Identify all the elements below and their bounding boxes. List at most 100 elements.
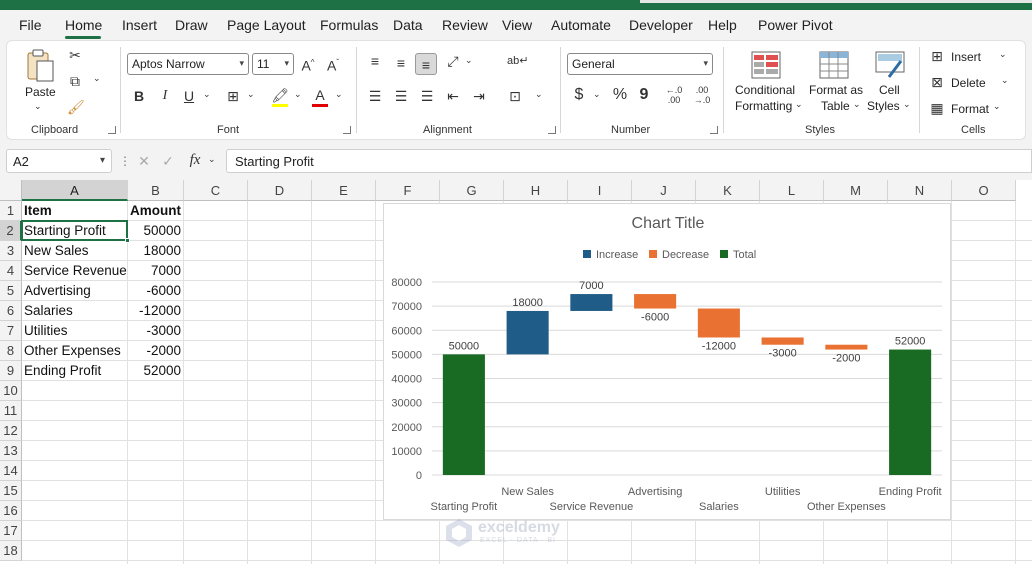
currency-button[interactable]: $ (571, 87, 587, 103)
merge-center-icon[interactable]: ⊡ (507, 88, 523, 104)
column-header-n[interactable]: N (888, 180, 952, 201)
fill-handle[interactable] (125, 238, 130, 243)
delete-cells-button[interactable]: ⊠ Delete ⌄ (929, 73, 1009, 93)
column-header-j[interactable]: J (632, 180, 696, 201)
row-header-13[interactable]: 13 (0, 441, 22, 461)
align-middle-icon[interactable]: ≡ (393, 55, 409, 71)
insert-cells-button[interactable]: ⊞ Insert ⌄ (929, 47, 1009, 67)
decrease-decimal-icon[interactable]: .00 →.0 (691, 85, 713, 105)
column-header-i[interactable]: I (568, 180, 632, 201)
cell-b3[interactable]: 18000 (128, 241, 184, 261)
format-as-table-button[interactable]: Format as Table ⌄ (807, 47, 863, 117)
italic-button[interactable]: I (157, 88, 173, 104)
row-header-8[interactable]: 8 (0, 341, 22, 361)
chevron-down-icon[interactable]: ⌄ (535, 89, 543, 100)
row-header-2[interactable]: 2 (0, 221, 22, 241)
row-header-9[interactable]: 9 (0, 361, 22, 381)
tab-insert[interactable]: Insert (122, 17, 157, 33)
row-header-5[interactable]: 5 (0, 281, 22, 301)
tab-power-pivot[interactable]: Power Pivot (758, 17, 833, 33)
tab-file[interactable]: File (19, 17, 42, 33)
chevron-down-icon[interactable]: ⌄ (465, 55, 473, 66)
cell-a4[interactable]: Service Revenue (22, 261, 128, 281)
number-format-select[interactable]: General ▾ (567, 53, 713, 75)
row-header-10[interactable]: 10 (0, 381, 22, 401)
name-box[interactable]: A2 ▾ (6, 149, 112, 173)
font-launcher-icon[interactable] (343, 126, 351, 134)
waterfall-chart[interactable]: Chart Title Increase Decrease Total 0 10000 20… (383, 203, 951, 520)
comma-style-button[interactable]: 9 (637, 87, 651, 103)
column-header-k[interactable]: K (696, 180, 760, 201)
row-header-16[interactable]: 16 (0, 501, 22, 521)
chevron-down-icon[interactable]: ⌄ (203, 89, 211, 100)
row-header-4[interactable]: 4 (0, 261, 22, 281)
decrease-indent-icon[interactable]: ⇤ (445, 88, 461, 104)
row-header-1[interactable]: 1 (0, 201, 22, 221)
column-header-m[interactable]: M (824, 180, 888, 201)
underline-button[interactable]: U (181, 88, 197, 104)
cell-a5[interactable]: Advertising (22, 281, 128, 301)
column-header-b[interactable]: B (128, 180, 184, 201)
select-all-corner[interactable] (0, 180, 22, 201)
cell-b2[interactable]: 50000 (128, 221, 184, 241)
row-header-6[interactable]: 6 (0, 301, 22, 321)
fill-color-button[interactable]: 🖍 (271, 87, 289, 107)
cell-a6[interactable]: Salaries (22, 301, 128, 321)
cell-a1[interactable]: Item (22, 201, 128, 221)
alignment-launcher-icon[interactable] (548, 126, 556, 134)
column-header-f[interactable]: F (376, 180, 440, 201)
column-header-o[interactable]: O (952, 180, 1016, 201)
cell-b7[interactable]: -3000 (128, 321, 184, 341)
wrap-text-icon[interactable]: ab↵ (507, 53, 528, 69)
cancel-icon[interactable]: ✕ (136, 153, 152, 169)
font-name-select[interactable]: Aptos Narrow ▾ (127, 53, 249, 75)
tab-data[interactable]: Data (393, 17, 423, 33)
tab-review[interactable]: Review (442, 17, 488, 33)
font-size-select[interactable]: 11 ▾ (252, 53, 294, 75)
column-header-d[interactable]: D (248, 180, 312, 201)
bold-button[interactable]: B (131, 88, 147, 104)
cell-b4[interactable]: 7000 (128, 261, 184, 281)
tab-developer[interactable]: Developer (629, 17, 693, 33)
cell-a8[interactable]: Other Expenses (22, 341, 128, 361)
align-left-icon[interactable]: ☰ (367, 88, 383, 104)
row-header-14[interactable]: 14 (0, 461, 22, 481)
row-header-15[interactable]: 15 (0, 481, 22, 501)
row-header-11[interactable]: 11 (0, 401, 22, 421)
chevron-down-icon[interactable]: ⌄ (335, 89, 343, 100)
increase-indent-icon[interactable]: ⇥ (471, 88, 487, 104)
chevron-down-icon[interactable]: ⌄ (208, 154, 216, 165)
row-header-18[interactable]: 18 (0, 541, 22, 561)
chevron-down-icon[interactable]: ⌄ (247, 89, 255, 100)
row-header-3[interactable]: 3 (0, 241, 22, 261)
tab-automate[interactable]: Automate (551, 17, 611, 33)
chevron-down-icon[interactable]: ⌄ (93, 73, 101, 84)
align-bottom-button[interactable]: ≡ (415, 53, 437, 75)
cell-a7[interactable]: Utilities (22, 321, 128, 341)
cell-b9[interactable]: 52000 (128, 361, 184, 381)
cell-a3[interactable]: New Sales (22, 241, 128, 261)
cell-b1[interactable]: Amount (128, 201, 184, 221)
cell-b5[interactable]: -6000 (128, 281, 184, 301)
column-header-a[interactable]: A (22, 180, 128, 201)
cell-a9[interactable]: Ending Profit (22, 361, 128, 381)
column-header-e[interactable]: E (312, 180, 376, 201)
align-top-icon[interactable]: ≡ (367, 53, 383, 69)
cut-icon[interactable]: ✂ (67, 47, 83, 63)
percent-button[interactable]: % (611, 87, 629, 103)
cell-b6[interactable]: -12000 (128, 301, 184, 321)
copy-icon[interactable]: ⧉ (67, 73, 83, 89)
row-header-12[interactable]: 12 (0, 421, 22, 441)
search-box[interactable] (640, 0, 1032, 3)
clipboard-launcher-icon[interactable] (108, 126, 116, 134)
format-cells-button[interactable]: ▦ Format ⌄ (929, 99, 1009, 119)
tab-view[interactable]: View (502, 17, 532, 33)
increase-decimal-button[interactable]: ←.0.00 (663, 85, 685, 105)
format-painter-icon[interactable]: 🖌 (67, 99, 85, 115)
tab-formulas[interactable]: Formulas (320, 17, 378, 33)
formula-input[interactable]: Starting Profit (226, 149, 1032, 173)
chevron-down-icon[interactable]: ⌄ (593, 89, 601, 100)
align-center-icon[interactable]: ☰ (393, 88, 409, 104)
conditional-formatting-button[interactable]: Conditional Formatting ⌄ (731, 47, 803, 117)
cell-styles-button[interactable]: Cell Styles ⌄ (867, 47, 913, 117)
